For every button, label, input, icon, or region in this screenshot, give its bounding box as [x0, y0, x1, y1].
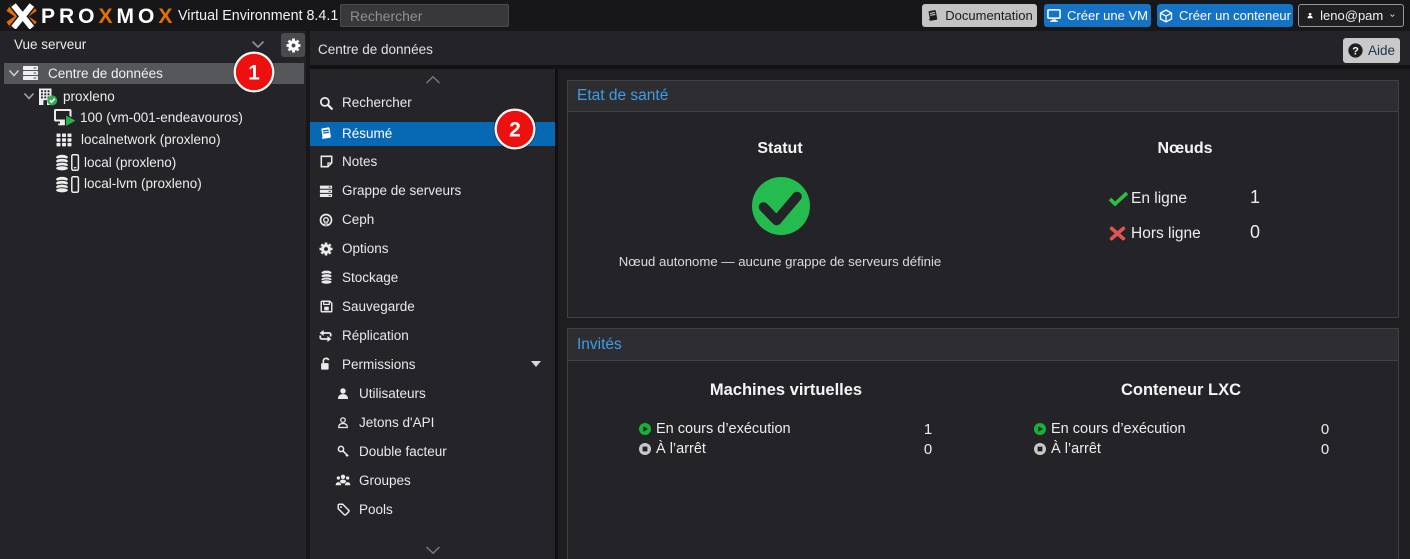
- svg-text:1: 1: [248, 61, 260, 84]
- svg-text:2: 2: [509, 118, 521, 141]
- svg-text:?: ?: [1352, 45, 1359, 57]
